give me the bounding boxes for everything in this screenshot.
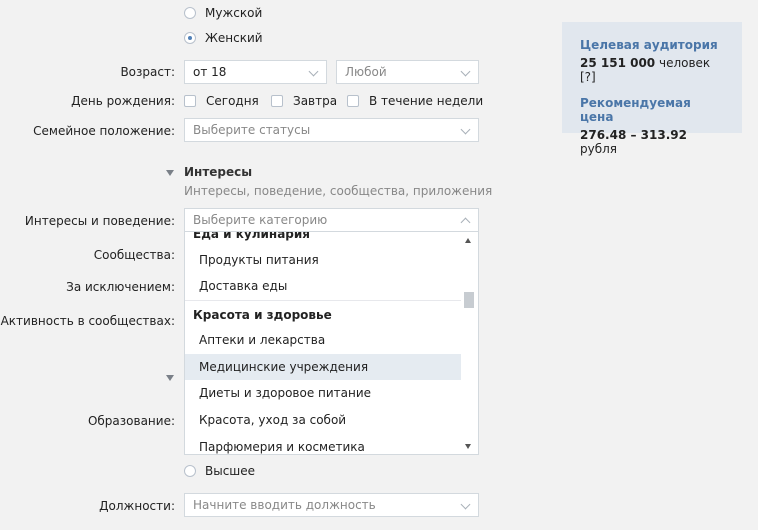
birthday-label: День рождения:: [71, 94, 175, 108]
chevron-down-icon: [460, 124, 471, 135]
marital-select[interactable]: Выберите статусы: [184, 118, 479, 142]
chevron-down-icon: [460, 66, 471, 77]
collapse-triangle-icon[interactable]: [166, 170, 174, 176]
interests-behavior-select[interactable]: Выберите категорию: [184, 208, 479, 232]
audience-count-row: 25 151 000 человек [?]: [580, 56, 724, 84]
birthday-today-option[interactable]: Сегодня: [184, 94, 259, 108]
interests-title: Интересы: [184, 165, 253, 179]
communities-label: Сообщества:: [93, 248, 175, 262]
price-suffix: рубля: [580, 142, 618, 156]
birthday-week-option[interactable]: В течение недели: [347, 94, 483, 108]
price-range: 276.48 – 313.92: [580, 128, 687, 142]
age-from-select[interactable]: от 18: [184, 60, 327, 84]
audience-help-link[interactable]: [?]: [580, 70, 596, 84]
category-item-label: Медицинские учреждения: [199, 360, 369, 374]
gender-male-option[interactable]: Мужской: [184, 6, 262, 20]
gender-female-label: Женский: [205, 31, 263, 45]
chevron-down-icon: [460, 499, 471, 510]
audience-count-suffix: человек: [658, 56, 711, 70]
category-item-label: Продукты питания: [199, 253, 319, 267]
category-dropdown[interactable]: Еда и кулинария Продукты питания Доставк…: [184, 232, 479, 455]
category-item[interactable]: Доставка еды: [185, 273, 462, 299]
except-label: За исключением:: [66, 280, 175, 294]
category-item[interactable]: Продукты питания: [185, 247, 462, 273]
age-from-value: от 18: [193, 65, 227, 79]
category-item-hovered[interactable]: Медицинские учреждения: [185, 354, 462, 380]
birthday-tomorrow-option[interactable]: Завтра: [271, 94, 337, 108]
education-higher-radio[interactable]: [184, 465, 196, 477]
category-item-label: Доставка еды: [199, 279, 288, 293]
audience-panel: Целевая аудитория 25 151 000 человек [?]…: [562, 22, 742, 156]
gender-female-option[interactable]: Женский: [184, 31, 263, 45]
category-group-beauty: Красота и здоровье: [193, 308, 332, 322]
category-item[interactable]: Красота, уход за собой: [185, 407, 462, 433]
positions-label: Должности:: [99, 499, 175, 513]
birthday-week-label: В течение недели: [369, 94, 484, 108]
price-title: Рекомендуемая цена: [580, 96, 691, 124]
interests-behavior-placeholder: Выберите категорию: [193, 213, 328, 227]
category-item-label: Диеты и здоровое питание: [199, 386, 372, 400]
gender-female-radio[interactable]: [184, 32, 196, 44]
education-higher-label: Высшее: [205, 464, 256, 478]
category-item-label: Красота, уход за собой: [199, 413, 347, 427]
scroll-up-arrow-icon[interactable]: [465, 238, 471, 243]
category-item-label: Аптеки и лекарства: [199, 333, 326, 347]
activity-label: Активность в сообществах:: [0, 314, 175, 328]
marital-placeholder: Выберите статусы: [193, 123, 311, 137]
category-group-food: Еда и кулинария: [193, 232, 311, 241]
gender-male-radio[interactable]: [184, 7, 196, 19]
category-item[interactable]: Парфюмерия и косметика: [185, 434, 462, 454]
category-item[interactable]: Диеты и здоровое питание: [185, 380, 462, 406]
birthday-tomorrow-label: Завтра: [293, 94, 338, 108]
education-higher-option[interactable]: Высшее: [184, 464, 255, 478]
positions-placeholder: Начните вводить должность: [193, 498, 376, 512]
scroll-down-arrow-icon[interactable]: [465, 444, 471, 449]
interests-behavior-label: Интересы и поведение:: [24, 214, 175, 228]
birthday-week-checkbox[interactable]: [347, 95, 359, 107]
marital-label: Семейное положение:: [33, 124, 175, 138]
audience-count: 25 151 000: [580, 56, 656, 70]
age-to-value: Любой: [345, 65, 387, 79]
birthday-tomorrow-checkbox[interactable]: [271, 95, 283, 107]
positions-input[interactable]: Начните вводить должность: [184, 493, 479, 517]
price-row: 276.48 – 313.92 рубля: [580, 128, 724, 156]
category-item-label: Парфюмерия и косметика: [199, 440, 365, 454]
birthday-today-checkbox[interactable]: [184, 95, 196, 107]
gender-male-label: Мужской: [205, 6, 263, 20]
chevron-down-icon: [308, 66, 319, 77]
category-item[interactable]: Аптеки и лекарства: [185, 327, 462, 353]
interests-subtitle: Интересы, поведение, сообщества, приложе…: [184, 184, 493, 198]
scroll-thumb[interactable]: [464, 292, 474, 308]
age-label: Возраст:: [120, 65, 175, 79]
group-divider: [185, 300, 462, 301]
age-to-select[interactable]: Любой: [336, 60, 479, 84]
collapse-triangle-icon[interactable]: [166, 375, 174, 381]
dropdown-scrollbar[interactable]: [461, 232, 478, 454]
education-label: Образование:: [87, 414, 175, 428]
birthday-today-label: Сегодня: [206, 94, 259, 108]
audience-title: Целевая аудитория: [580, 38, 718, 52]
chevron-up-icon: [460, 217, 471, 228]
